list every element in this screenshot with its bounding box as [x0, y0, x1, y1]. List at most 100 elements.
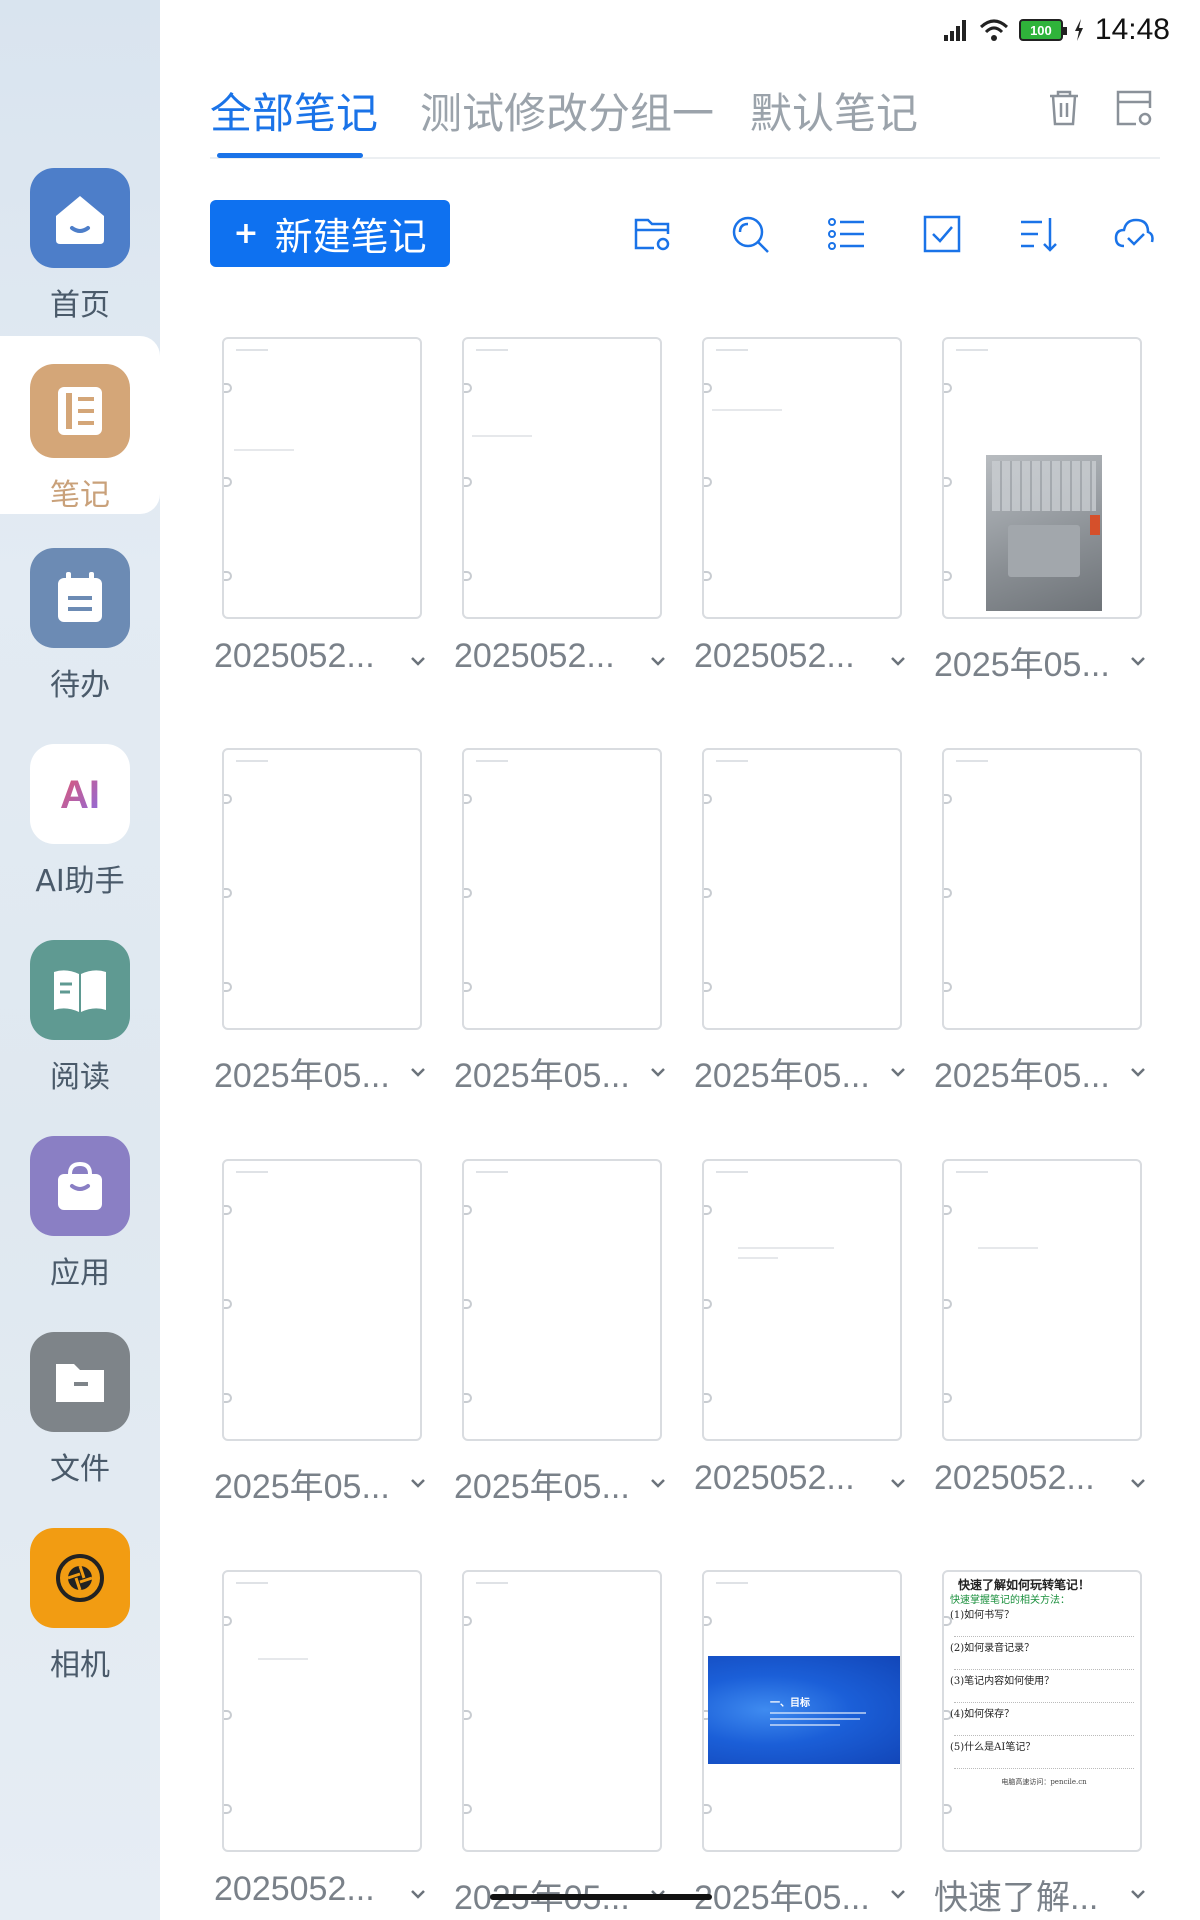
thumb-text-line — [234, 449, 294, 451]
sidebar-item-apps[interactable]: 应用 — [0, 1108, 160, 1304]
chevron-down-icon[interactable] — [886, 1882, 910, 1906]
binder-ring — [224, 982, 232, 992]
new-note-button[interactable]: + 新建笔记 — [210, 200, 450, 267]
tab-all-notes[interactable]: 全部笔记 — [210, 80, 378, 141]
note-card[interactable]: 2025年05... — [690, 748, 930, 1128]
note-card[interactable]: 2025年05... — [930, 748, 1170, 1128]
chevron-down-icon[interactable] — [646, 649, 670, 673]
note-thumbnail[interactable] — [702, 748, 902, 1030]
folder-settings-icon[interactable] — [630, 212, 674, 256]
chevron-down-icon[interactable] — [1126, 1060, 1150, 1084]
note-title[interactable]: 2025年05... — [934, 1048, 1124, 1097]
note-thumbnail[interactable]: 快速了解如何玩转笔记！ 快速掌握笔记的相关方法： (1)如何书写？ (2)如何录音记录… — [942, 1570, 1142, 1852]
select-checkbox-icon[interactable] — [920, 212, 964, 256]
note-thumbnail[interactable] — [462, 337, 662, 619]
note-thumbnail[interactable] — [222, 1570, 422, 1852]
note-title[interactable]: 2025052... — [694, 1459, 884, 1498]
binder-ring — [224, 794, 232, 804]
sidebar-item-files[interactable]: 文件 — [0, 1304, 160, 1500]
note-title[interactable]: 快速了解... — [934, 1870, 1124, 1919]
note-title[interactable]: 2025年05... — [214, 1459, 404, 1508]
home-indicator[interactable] — [490, 1894, 712, 1900]
apps-bag-icon — [30, 1136, 130, 1236]
note-thumbnail[interactable] — [702, 337, 902, 619]
note-title[interactable]: 2025年05... — [454, 1048, 644, 1097]
sidebar-item-label: 笔记 — [50, 478, 110, 513]
note-card[interactable]: 2025052... — [930, 1159, 1170, 1539]
binder-ring — [464, 1804, 472, 1814]
note-card[interactable]: 2025年05... — [930, 337, 1170, 717]
note-title[interactable]: 2025年05... — [694, 1870, 884, 1919]
sidebar-item-reading[interactable]: 阅读 — [0, 912, 160, 1108]
chevron-down-icon[interactable] — [886, 649, 910, 673]
note-card[interactable]: 一、目标 2025年05... — [690, 1570, 930, 1920]
note-title[interactable]: 2025年05... — [934, 637, 1124, 686]
note-title[interactable]: 2025年05... — [214, 1048, 404, 1097]
chevron-down-icon[interactable] — [1126, 649, 1150, 673]
note-card[interactable]: 2025052... — [690, 337, 930, 717]
note-thumbnail[interactable] — [942, 748, 1142, 1030]
sidebar-item-label: 相机 — [50, 1648, 110, 1683]
note-card[interactable]: 2025052... — [450, 337, 690, 717]
note-title[interactable]: 2025052... — [214, 1870, 404, 1909]
note-card[interactable]: 2025年05... — [450, 748, 690, 1128]
sidebar-item-notes[interactable]: 笔记 — [0, 336, 160, 514]
binder-ring — [704, 383, 712, 393]
plus-icon: + — [233, 216, 259, 251]
note-card[interactable]: 2025052... — [690, 1159, 930, 1539]
sidebar-item-todo[interactable]: 待办 — [0, 520, 160, 716]
note-title[interactable]: 2025052... — [934, 1459, 1124, 1498]
note-title[interactable]: 2025052... — [214, 637, 404, 676]
sidebar-item-home[interactable]: 首页 — [0, 140, 160, 336]
sidebar-item-camera[interactable]: 相机 — [0, 1500, 160, 1696]
trash-icon[interactable] — [1042, 86, 1086, 130]
binder-ring — [224, 1299, 232, 1309]
chevron-down-icon[interactable] — [1126, 1471, 1150, 1495]
chevron-down-icon[interactable] — [886, 1471, 910, 1495]
note-thumbnail[interactable]: 一、目标 — [702, 1570, 902, 1852]
note-card[interactable]: 2025年05... — [210, 748, 450, 1128]
note-thumbnail[interactable] — [462, 1570, 662, 1852]
note-thumbnail[interactable] — [942, 337, 1142, 619]
note-card[interactable]: 2025052... — [210, 1570, 450, 1920]
note-title[interactable]: 2025052... — [694, 637, 884, 676]
tab-test-group-one[interactable]: 测试修改分组一 — [420, 80, 714, 141]
note-thumbnail[interactable] — [222, 1159, 422, 1441]
chevron-down-icon[interactable] — [406, 1060, 430, 1084]
note-thumbnail[interactable] — [222, 337, 422, 619]
note-thumbnail[interactable] — [942, 1159, 1142, 1441]
group-settings-icon[interactable] — [1112, 86, 1156, 130]
chevron-down-icon[interactable] — [646, 1471, 670, 1495]
note-thumbnail[interactable] — [462, 748, 662, 1030]
note-card[interactable]: 2025年05... — [210, 1159, 450, 1539]
note-thumbnail[interactable] — [702, 1159, 902, 1441]
note-thumbnail[interactable] — [222, 748, 422, 1030]
list-view-icon[interactable] — [824, 212, 868, 256]
chevron-down-icon[interactable] — [1126, 1882, 1150, 1906]
note-title[interactable]: 2025年05... — [454, 1459, 644, 1508]
battery-icon: 100 — [1018, 19, 1067, 41]
note-card[interactable]: 2025年05... — [450, 1159, 690, 1539]
chevron-down-icon[interactable] — [646, 1060, 670, 1084]
note-card[interactable]: 2025年05... — [450, 1570, 690, 1920]
chevron-down-icon[interactable] — [886, 1060, 910, 1084]
tab-default-notes[interactable]: 默认笔记 — [750, 80, 918, 141]
thumb-header-line — [476, 760, 508, 762]
chevron-down-icon[interactable] — [406, 1471, 430, 1495]
search-icon[interactable] — [728, 212, 772, 256]
note-card[interactable]: 2025052... — [210, 337, 450, 717]
note-thumbnail[interactable] — [462, 1159, 662, 1441]
chevron-down-icon[interactable] — [406, 1882, 430, 1906]
note-card[interactable]: 快速了解如何玩转笔记！ 快速掌握笔记的相关方法： (1)如何书写？ (2)如何录音记录… — [930, 1570, 1170, 1920]
binder-ring — [704, 571, 712, 581]
status-bar: 100 14:48 — [943, 10, 1170, 50]
thumb-header-line — [236, 760, 268, 762]
note-title[interactable]: 2025052... — [454, 637, 644, 676]
sidebar-item-ai-assistant[interactable]: AI AI助手 — [0, 716, 160, 912]
hw-line: (3)笔记内容如何使用？ — [950, 1676, 1055, 1687]
chevron-down-icon[interactable] — [406, 649, 430, 673]
cloud-sync-icon[interactable] — [1112, 212, 1156, 256]
binder-ring — [224, 1393, 232, 1403]
note-title[interactable]: 2025年05... — [694, 1048, 884, 1097]
sort-icon[interactable] — [1016, 212, 1060, 256]
